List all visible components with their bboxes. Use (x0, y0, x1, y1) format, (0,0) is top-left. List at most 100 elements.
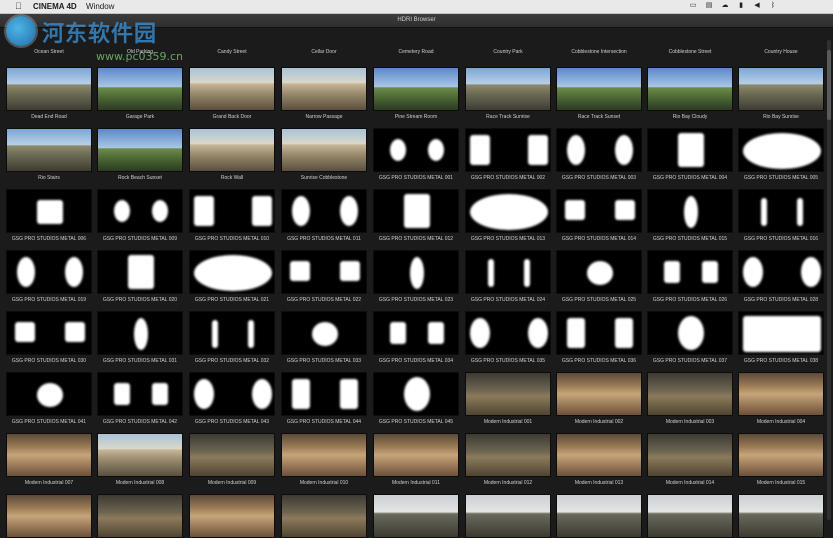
hdri-thumbnail[interactable] (6, 128, 92, 172)
hdri-thumbnail[interactable] (465, 189, 551, 233)
hdri-thumbnail[interactable] (6, 311, 92, 355)
hdri-thumbnail-label: GSG PRO STUDIOS METAL 043 (194, 419, 270, 425)
hdri-thumbnail[interactable] (373, 494, 459, 538)
hdri-thumbnail[interactable] (465, 311, 551, 355)
hdri-thumbnail[interactable] (738, 311, 824, 355)
battery-icon[interactable]: ▮ (736, 2, 746, 10)
window-menu[interactable]: Window (86, 0, 114, 13)
hdri-thumbnail[interactable] (647, 67, 733, 111)
hdri-thumbnail[interactable] (647, 250, 733, 294)
hdri-thumbnail[interactable] (465, 372, 551, 416)
hdri-thumbnail[interactable] (6, 433, 92, 477)
hdri-thumbnail[interactable] (281, 433, 367, 477)
hdri-thumbnail[interactable] (281, 189, 367, 233)
hdri-thumbnail[interactable] (97, 372, 183, 416)
scrollbar-thumb[interactable] (827, 50, 831, 120)
hdri-thumbnail[interactable] (373, 311, 459, 355)
hdri-thumbnail[interactable] (465, 494, 551, 538)
hdri-thumbnail[interactable] (281, 250, 367, 294)
hdri-thumbnail[interactable] (189, 311, 275, 355)
vertical-scrollbar[interactable] (827, 40, 831, 520)
hdri-thumbnail-label: GSG PRO STUDIOS METAL 031 (102, 358, 178, 364)
hdri-thumbnail-label: Modern Industrial 014 (665, 480, 715, 486)
hdri-thumbnail[interactable] (373, 372, 459, 416)
hdri-thumbnail[interactable] (189, 189, 275, 233)
hdri-thumbnail[interactable] (647, 372, 733, 416)
hdri-thumbnail[interactable] (465, 433, 551, 477)
hdri-thumbnail[interactable] (281, 128, 367, 172)
hdri-thumbnail-label: GSG PRO STUDIOS METAL 005 (743, 175, 819, 181)
hdri-thumbnail[interactable] (97, 67, 183, 111)
hdri-thumbnail[interactable] (97, 311, 183, 355)
hdri-thumbnail[interactable] (556, 189, 642, 233)
hdri-thumbnail-grid: Ocean Street Old Parking Candy Street Cella… (0, 27, 833, 538)
hdri-thumbnail[interactable] (97, 128, 183, 172)
hdri-thumbnail-label: GSG PRO STUDIOS METAL 033 (286, 358, 362, 364)
hdri-thumbnail-label: Modern Industrial 012 (483, 480, 533, 486)
hdri-thumbnail[interactable] (738, 67, 824, 111)
hdri-thumbnail-label: GSG PRO STUDIOS METAL 035 (470, 358, 546, 364)
hdri-thumbnail[interactable] (647, 494, 733, 538)
hdri-thumbnail[interactable] (647, 189, 733, 233)
hdri-thumbnail[interactable] (189, 128, 275, 172)
hdri-thumbnail[interactable] (738, 372, 824, 416)
cloud-icon[interactable]: ☁ (720, 2, 730, 10)
screen-icon[interactable]: ▭ (688, 2, 698, 10)
hdri-thumbnail[interactable] (373, 189, 459, 233)
hdri-thumbnail[interactable] (189, 433, 275, 477)
hdri-thumbnail[interactable] (189, 250, 275, 294)
hdri-thumbnail[interactable] (556, 250, 642, 294)
hdri-thumbnail[interactable] (6, 372, 92, 416)
hdri-thumbnail[interactable] (556, 128, 642, 172)
hdri-thumbnail[interactable] (647, 311, 733, 355)
hdri-thumbnail[interactable] (97, 250, 183, 294)
column-header-label: Cemetery Road (398, 49, 434, 55)
hdri-thumbnail[interactable] (465, 128, 551, 172)
hdri-thumbnail[interactable] (6, 67, 92, 111)
app-menu[interactable]: CINEMA 4D (33, 0, 77, 13)
hdri-thumbnail-label: GSG PRO STUDIOS METAL 034 (378, 358, 454, 364)
hdri-thumbnail[interactable] (97, 433, 183, 477)
column-header-label: Country Park (493, 49, 523, 55)
hdri-thumbnail[interactable] (556, 433, 642, 477)
cast-icon[interactable]: ▤ (704, 2, 714, 10)
hdri-thumbnail[interactable] (738, 494, 824, 538)
hdri-thumbnail[interactable] (189, 67, 275, 111)
bluetooth-icon[interactable]: ᛒ (768, 2, 778, 10)
hdri-thumbnail[interactable] (738, 189, 824, 233)
hdri-thumbnail[interactable] (556, 372, 642, 416)
hdri-thumbnail[interactable] (281, 311, 367, 355)
hdri-thumbnail-label: GSG PRO STUDIOS METAL 016 (743, 236, 819, 242)
hdri-thumbnail[interactable] (97, 189, 183, 233)
hdri-thumbnail[interactable] (465, 250, 551, 294)
hdri-thumbnail-label: Grand Back Door (212, 114, 252, 120)
hdri-thumbnail-label: Modern Industrial 001 (483, 419, 533, 425)
hdri-thumbnail[interactable] (281, 67, 367, 111)
hdri-thumbnail[interactable] (738, 250, 824, 294)
hdri-thumbnail[interactable] (6, 250, 92, 294)
hdri-thumbnail[interactable] (373, 250, 459, 294)
hdri-thumbnail[interactable] (6, 189, 92, 233)
hdri-thumbnail[interactable] (281, 372, 367, 416)
apple-menu[interactable]:  (15, 0, 22, 13)
hdri-thumbnail[interactable] (373, 128, 459, 172)
hdri-thumbnail[interactable] (556, 67, 642, 111)
hdri-thumbnail[interactable] (738, 128, 824, 172)
hdri-thumbnail[interactable] (6, 494, 92, 538)
hdri-thumbnail[interactable] (738, 433, 824, 477)
hdri-thumbnail[interactable] (373, 433, 459, 477)
hdri-thumbnail-label: GSG PRO STUDIOS METAL 038 (743, 358, 819, 364)
hdri-thumbnail-label: Rio Bay Sunrise (763, 114, 799, 120)
hdri-thumbnail[interactable] (281, 494, 367, 538)
hdri-thumbnail[interactable] (97, 494, 183, 538)
hdri-thumbnail[interactable] (373, 67, 459, 111)
hdri-thumbnail[interactable] (465, 67, 551, 111)
hdri-thumbnail[interactable] (189, 372, 275, 416)
hdri-thumbnail[interactable] (556, 494, 642, 538)
hdri-thumbnail[interactable] (189, 494, 275, 538)
column-header-label: Ocean Street (34, 49, 64, 55)
hdri-thumbnail[interactable] (647, 128, 733, 172)
volume-icon[interactable]: ◀ (752, 2, 762, 10)
hdri-thumbnail[interactable] (556, 311, 642, 355)
hdri-thumbnail[interactable] (647, 433, 733, 477)
